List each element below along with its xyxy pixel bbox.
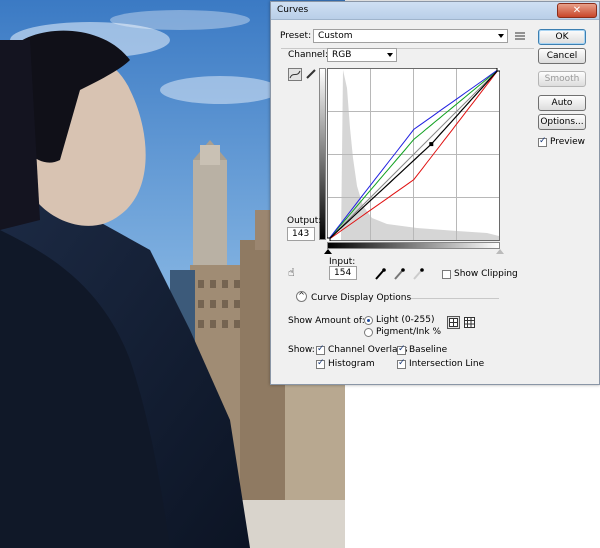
preset-value: Custom [318,31,353,41]
intersection-line-label: Intersection Line [409,359,485,369]
black-point-slider[interactable] [324,249,332,254]
options-button[interactable]: Options... [538,114,586,130]
curve-point [496,68,500,72]
output-label: Output: [287,216,322,226]
curves-dialog: Curves ✕ Preset: Custom Channel: RGB Out… [270,1,600,385]
output-gradient-bar [319,68,326,240]
white-eyedropper-icon[interactable] [412,268,424,283]
curves-graph[interactable] [327,68,500,241]
intersection-line-checkbox[interactable] [397,358,406,369]
pigment-label: Pigment/Ink % [376,327,441,337]
light-label: Light (0-255) [376,315,435,325]
preview-label: Preview [550,137,586,147]
black-eyedropper-icon[interactable] [374,268,386,283]
channel-value: RGB [332,50,352,60]
preset-select[interactable]: Custom [313,29,508,43]
close-button[interactable]: ✕ [557,3,597,18]
show-label: Show: [288,345,315,355]
show-clipping-label: Show Clipping [454,269,518,279]
list-menu-icon[interactable] [514,30,526,42]
histogram-checkbox[interactable] [316,358,325,369]
close-icon: ✕ [572,5,582,16]
output-field[interactable]: 143 [287,227,315,241]
chevron-down-icon [498,34,504,38]
smooth-button[interactable]: Smooth [538,71,586,87]
channel-separator [281,48,534,49]
section-divider [411,298,499,299]
channel-select[interactable]: RGB [327,48,397,62]
baseline-label: Baseline [409,345,448,355]
channel-overlays-label: Channel Overlays [328,345,408,355]
pigment-radio[interactable] [364,328,373,337]
show-amount-label: Show Amount of: [288,316,365,326]
curve-point-tool-icon[interactable] [288,68,302,81]
channel-label: Channel: [288,50,328,60]
curve-point [327,237,331,241]
show-clipping-checkbox[interactable] [442,270,451,279]
histogram-label: Histogram [328,359,375,369]
simple-grid-icon[interactable] [447,316,460,329]
auto-button[interactable]: Auto [538,95,586,111]
channel-overlays-checkbox[interactable] [316,344,325,355]
white-point-slider[interactable] [496,249,504,254]
pencil-tool-icon[interactable] [304,68,318,81]
collapse-icon[interactable]: ^ [296,291,307,302]
cancel-button[interactable]: Cancel [538,48,586,64]
curve-point [429,142,434,147]
baseline-checkbox[interactable] [397,344,406,355]
preview-checkbox[interactable] [538,136,547,147]
detailed-grid-icon[interactable] [464,317,475,328]
preset-label: Preset: [280,31,312,41]
input-gradient-bar [327,242,500,249]
gray-eyedropper-icon[interactable] [393,268,405,283]
curve-display-options-label: Curve Display Options [311,293,412,303]
title-bar: Curves ✕ [271,2,599,20]
dialog-title: Curves [277,5,309,15]
chevron-down-icon [387,53,393,57]
ok-button[interactable]: OK [538,29,586,45]
input-field[interactable]: 154 [329,266,357,280]
light-radio[interactable] [364,316,373,325]
hand-target-icon[interactable]: ☝ [288,266,302,280]
